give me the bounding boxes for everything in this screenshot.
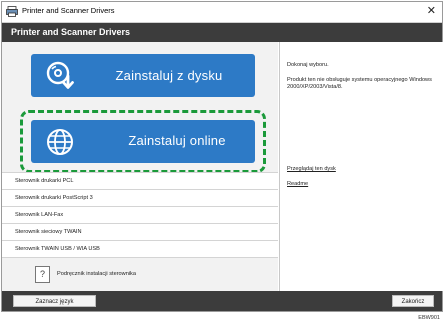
globe-icon	[47, 129, 73, 155]
driver-item-usb-twain-wia[interactable]: Sterownik TWAIN USB / WIA USB	[2, 240, 278, 258]
driver-item-postscript[interactable]: Sterownik drukarki PostScript 3	[2, 189, 278, 207]
readme-link[interactable]: Readme	[287, 181, 308, 187]
driver-item-pcl[interactable]: Sterownik drukarki PCL	[2, 172, 278, 190]
driver-item-network-twain[interactable]: Sterownik sieciowy TWAIN	[2, 223, 278, 241]
installer-window: Printer and Scanner Drivers ✕ Printer an…	[1, 1, 443, 312]
figure-code: EBW901	[418, 315, 440, 321]
os-support-note: Produkt ten nie obsługuje systemu operac…	[287, 77, 432, 90]
driver-item-label: Sterownik drukarki PostScript 3	[15, 195, 93, 201]
options-panel: Zainstaluj z dysku Zainstaluj online Ste…	[2, 42, 278, 292]
close-icon[interactable]: ✕	[427, 4, 436, 17]
driver-item-label: Sterownik LAN-Fax	[15, 212, 64, 218]
select-language-button[interactable]: Zaznacz język	[13, 295, 96, 307]
installation-guide-label: Podręcznik instalacji sterownika	[57, 271, 136, 277]
selection-prompt: Dokonaj wyboru.	[287, 62, 329, 68]
window-title: Printer and Scanner Drivers	[22, 6, 115, 15]
footer-bar: Zaznacz język Zakończ	[2, 291, 442, 311]
install-online-label: Zainstaluj online	[128, 133, 226, 148]
installation-guide-item[interactable]: ? Podręcznik instalacji sterownika	[2, 257, 278, 292]
title-bar: Printer and Scanner Drivers ✕	[2, 2, 442, 23]
printer-icon	[6, 6, 18, 17]
disc-download-icon	[46, 61, 74, 89]
install-online-button[interactable]: Zainstaluj online	[31, 120, 255, 163]
help-icon: ?	[35, 266, 50, 283]
install-from-disk-label: Zainstaluj z dysku	[115, 68, 223, 83]
page-title: Printer and Scanner Drivers	[11, 27, 131, 37]
browse-disk-link[interactable]: Przeglądaj ten dysk	[287, 166, 336, 172]
install-from-disk-button[interactable]: Zainstaluj z dysku	[31, 54, 255, 97]
driver-item-label: Sterownik TWAIN USB / WIA USB	[15, 246, 100, 252]
info-panel: Dokonaj wyboru. Produkt ten nie obsługuj…	[279, 42, 443, 291]
driver-item-label: Sterownik drukarki PCL	[15, 178, 74, 184]
driver-item-lan-fax[interactable]: Sterownik LAN-Fax	[2, 206, 278, 224]
driver-item-label: Sterownik sieciowy TWAIN	[15, 229, 82, 235]
finish-button[interactable]: Zakończ	[392, 295, 434, 307]
app-header: Printer and Scanner Drivers	[2, 23, 442, 42]
